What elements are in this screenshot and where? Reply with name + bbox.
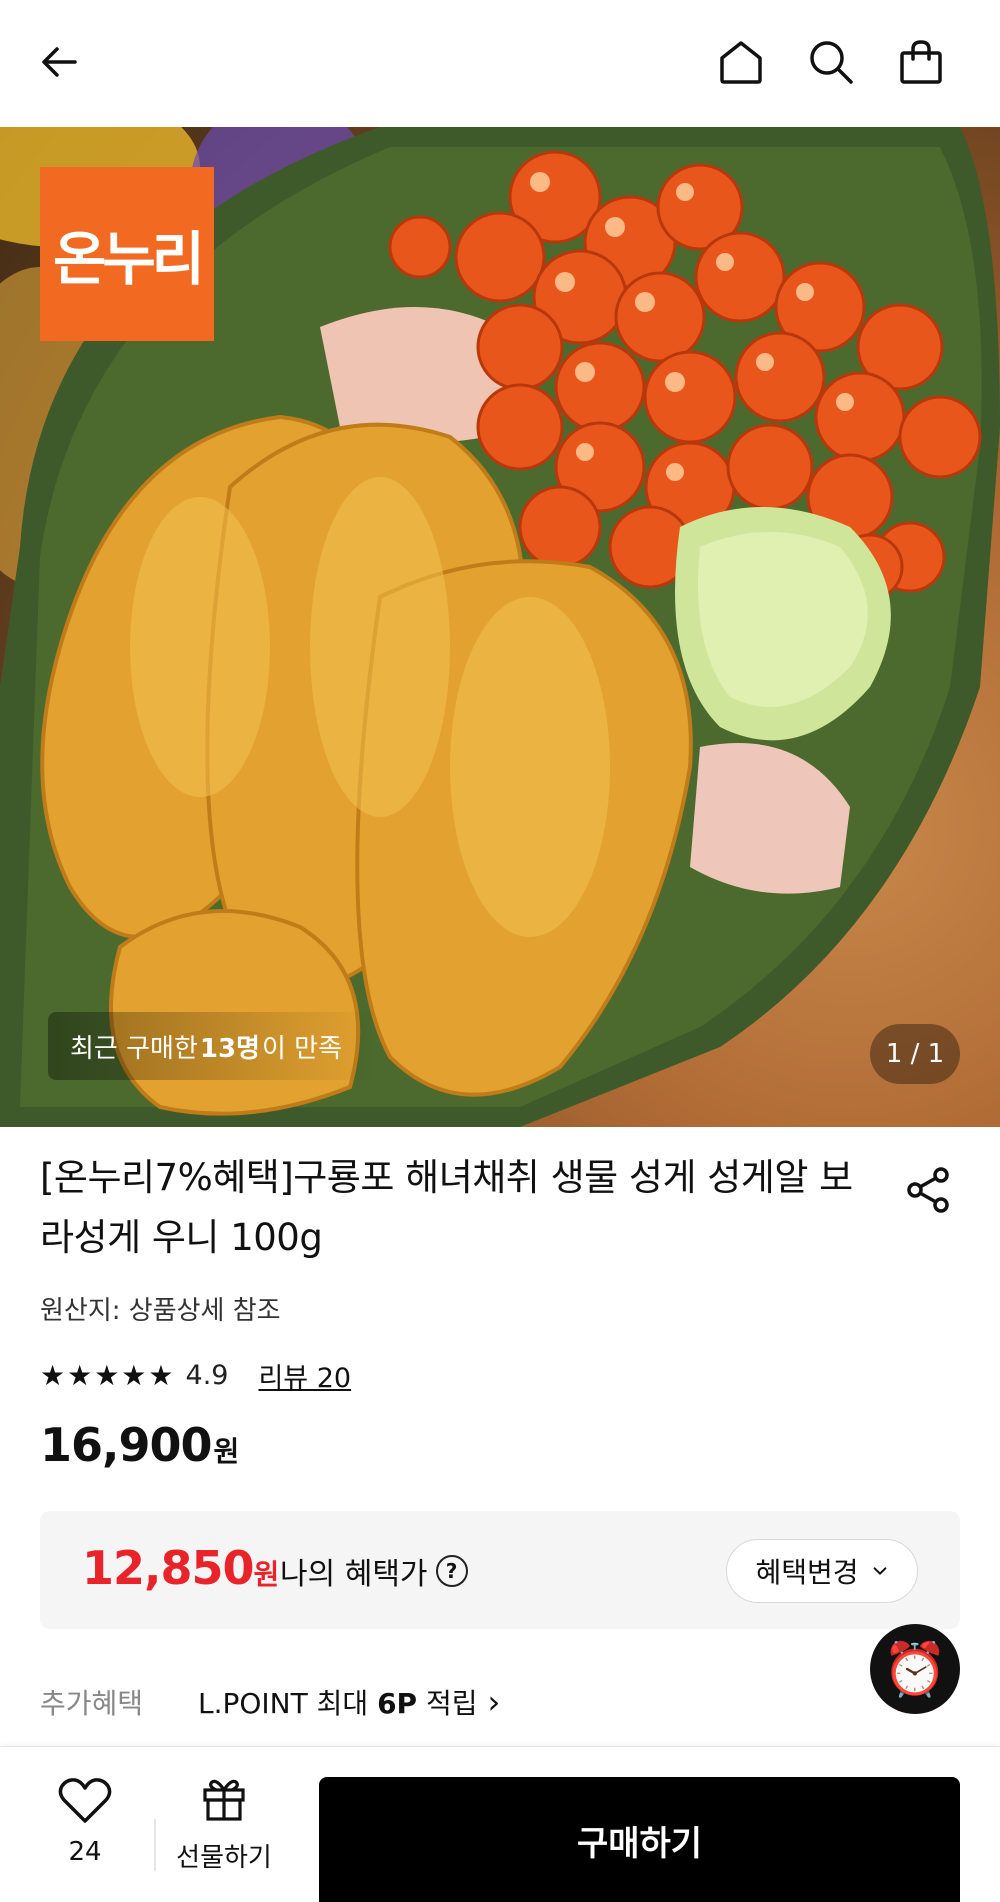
shopping-bag-icon xyxy=(900,40,942,84)
price-value: 16,900 xyxy=(40,1418,213,1472)
extra-benefit-text: L.POINT 최대 6P 적립 xyxy=(198,1682,478,1722)
benefit-price-value: 12,850 xyxy=(82,1541,255,1595)
search-button[interactable] xyxy=(799,30,863,94)
rating-value: 4.9 xyxy=(185,1360,229,1391)
extra-benefit-row[interactable]: 추가혜택 L.POINT 최대 6P 적립 › xyxy=(40,1682,500,1722)
extra-benefit-suffix: 적립 xyxy=(417,1687,478,1720)
top-app-bar xyxy=(0,0,1000,127)
share-icon xyxy=(907,1167,949,1213)
brand-logo: 온누리 xyxy=(40,167,214,341)
like-count: 24 xyxy=(68,1837,102,1867)
divider xyxy=(154,1819,156,1871)
benefit-label-text: 나의 혜택가 xyxy=(280,1557,428,1592)
search-icon xyxy=(810,41,853,84)
alarm-clock-button[interactable]: ⏰ xyxy=(870,1624,960,1714)
my-benefit-price-box: 12,850원 나의 혜택가 ? 혜택변경 xyxy=(40,1511,960,1629)
chevron-down-icon xyxy=(873,1567,886,1575)
extra-benefit-label: 추가혜택 xyxy=(40,1687,144,1720)
satisfaction-count: 13명 xyxy=(199,1033,260,1064)
alarm-clock-icon: ⏰ xyxy=(882,1639,948,1700)
gift-label: 선물하기 xyxy=(176,1843,272,1873)
star-rating-icon: ★★★★★ xyxy=(40,1359,176,1392)
review-count-link[interactable]: 리뷰 20 xyxy=(258,1356,351,1395)
extra-benefit-points: 6P xyxy=(377,1687,418,1720)
back-button[interactable] xyxy=(28,30,92,94)
satisfaction-badge: 최근 구매한 13명 이 만족 xyxy=(48,1012,379,1080)
back-arrow-icon xyxy=(42,47,77,77)
product-title: [온누리7%혜택]구룡포 해녀채취 생물 성게 성게알 보라성게 우니 100g xyxy=(40,1156,853,1259)
origin-info: 원산지: 상품상세 참조 xyxy=(40,1296,281,1326)
product-price: 16,900원 xyxy=(40,1418,240,1472)
price-unit: 원 xyxy=(213,1435,240,1468)
gift-icon xyxy=(203,1779,245,1821)
gift-button[interactable]: 선물하기 xyxy=(172,1773,276,1893)
benefit-label: 나의 혜택가 ? xyxy=(280,1549,468,1593)
change-benefit-label: 혜택변경 xyxy=(755,1556,859,1589)
home-button[interactable] xyxy=(709,30,773,94)
cart-button[interactable] xyxy=(889,30,953,94)
change-benefit-button[interactable]: 혜택변경 xyxy=(726,1539,918,1603)
home-icon xyxy=(720,41,762,84)
share-button[interactable] xyxy=(898,1160,958,1220)
help-icon[interactable]: ? xyxy=(435,1555,468,1587)
rating-row: ★★★★★ 4.9 리뷰 20 xyxy=(40,1356,351,1395)
product-image-carousel[interactable]: 온누리 최근 구매한 13명 이 만족 1 / 1 xyxy=(0,127,1000,1127)
chevron-right-icon: › xyxy=(487,1683,501,1721)
like-button[interactable]: 24 xyxy=(40,1777,130,1887)
satisfaction-suffix: 이 만족 xyxy=(261,1033,343,1064)
image-page-indicator: 1 / 1 xyxy=(870,1024,960,1084)
benefit-price: 12,850원 xyxy=(82,1541,280,1595)
heart-icon xyxy=(58,1778,112,1823)
benefit-price-unit: 원 xyxy=(253,1558,280,1591)
buy-button[interactable]: 구매하기 xyxy=(319,1777,960,1902)
buy-button-label: 구매하기 xyxy=(576,1823,703,1864)
extra-benefit-prefix: L.POINT 최대 xyxy=(198,1687,378,1720)
bottom-action-bar: 24 선물하기 구매하기 xyxy=(0,1746,1000,1902)
satisfaction-prefix: 최근 구매한 xyxy=(70,1033,198,1064)
